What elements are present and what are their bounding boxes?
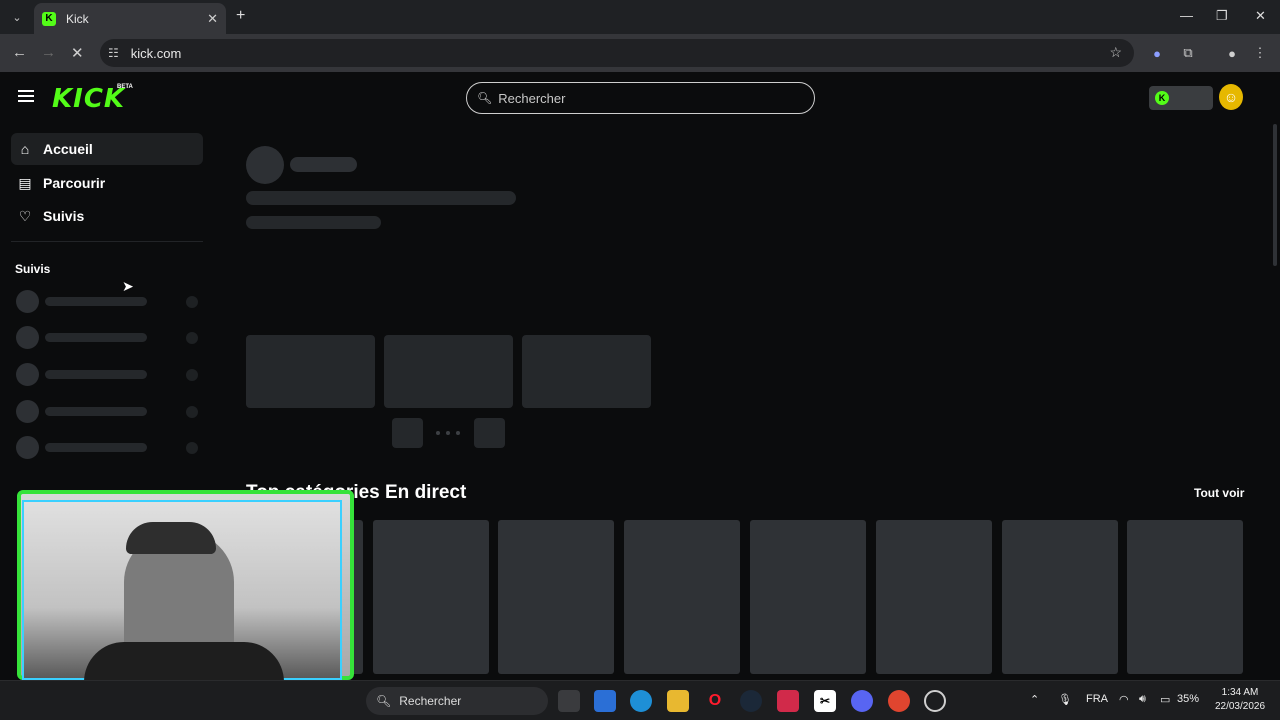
carousel-dot[interactable] [436,431,440,435]
kick-logo[interactable]: KICK [52,84,125,114]
tray-chevron-icon[interactable]: ⌃ [1030,693,1039,706]
task-view-icon[interactable] [558,690,580,712]
beta-badge: BETA [117,84,133,90]
window-close-button[interactable]: ✕ [1255,8,1266,24]
chrome-menu-icon[interactable]: ⋮ [1250,43,1270,63]
followed-channel-skeleton [16,290,201,314]
webcam-video [22,500,342,682]
carousel-dot[interactable] [456,431,460,435]
followed-section-title: Suivis [15,262,51,276]
browser-tab-strip: ⌄ K Kick ✕ + — ❐ ✕ [0,0,1280,34]
followed-channel-skeleton [16,363,201,387]
carousel-next-button[interactable] [474,418,505,448]
sidebar-item-label: Accueil [43,141,93,157]
sidebar-item-label: Suivis [43,208,85,224]
category-tile-skeleton[interactable] [624,520,740,674]
opera-icon[interactable]: O [704,690,726,712]
language-indicator[interactable]: FRA [1086,693,1108,705]
bookmark-star-icon[interactable]: ☆ [1109,44,1122,61]
battery-icon[interactable]: ▭ [1160,693,1170,706]
category-tile-skeleton[interactable] [1127,520,1243,674]
search-icon: 🔍︎ [477,91,493,105]
capcut-icon[interactable]: ✂ [814,690,836,712]
battery-percent: 35% [1177,693,1200,705]
address-bar[interactable]: ☷ kick.com ☆ [100,39,1134,67]
carousel-prev-button[interactable] [392,418,423,448]
sidebar-item-parcourir[interactable]: ▤ Parcourir [11,167,203,199]
carousel-dot[interactable] [446,431,450,435]
followed-channel-skeleton [16,326,201,350]
search-bar[interactable]: 🔍︎ [466,82,815,114]
browser-toolbar: ← → ✕ ☷ kick.com ☆ ● ⧉ ● ⋮ [0,34,1280,72]
featured-avatar-skeleton [246,146,284,184]
store-icon[interactable] [594,690,616,712]
new-tab-button[interactable]: + [236,7,245,25]
extensions-puzzle-icon[interactable]: ⧉ [1178,43,1198,63]
home-icon: ⌂ [20,141,30,157]
category-tile-skeleton[interactable] [750,520,866,674]
site-info-icon[interactable]: ☷ [108,46,119,60]
category-tile-skeleton[interactable] [1002,520,1118,674]
volume-icon[interactable]: 🔊︎ [1139,693,1146,706]
obs-icon[interactable] [924,690,946,712]
discord-icon[interactable] [851,690,873,712]
featured-title-skeleton [246,191,516,205]
search-input[interactable] [498,90,799,106]
forward-arrow-icon[interactable]: → [41,44,56,61]
chrome-icon[interactable] [888,690,910,712]
tab-search-button[interactable]: ⌄ [8,8,26,26]
mouse-cursor-icon: ➤ [122,278,134,294]
microphone-icon[interactable]: 🎙︎ [1058,693,1072,706]
url-text: kick.com [130,45,182,61]
category-tile-skeleton[interactable] [876,520,992,674]
windows-taskbar: 🔍︎ Rechercher O ✂ ⌃ 🎙︎ FRA ◠ 🔊︎ ▭ 35% 1:… [0,680,1280,720]
followed-channel-skeleton [16,400,201,424]
sidebar-item-suivis[interactable]: ♡ Suivis [11,200,203,232]
carousel-card-skeleton[interactable] [246,335,375,408]
taskbar-search-label: Rechercher [399,694,462,708]
browse-icon: ▤ [18,174,32,191]
heart-icon: ♡ [18,207,32,224]
wifi-icon[interactable]: ◠ [1119,693,1129,706]
streamer-shirt [84,642,284,682]
tab-title: Kick [66,11,89,26]
kick-page: KICK BETA 🔍︎ K ☺ ⌂ Accueil ▤ Parcourir ♡… [0,72,1280,682]
tab-close-icon[interactable]: ✕ [207,11,218,27]
featured-subtitle-skeleton [246,216,381,229]
app-icon[interactable] [777,690,799,712]
profile-icon[interactable]: ● [1222,43,1242,63]
menu-hamburger-icon[interactable] [18,90,34,102]
system-clock[interactable]: 1:34 AM 22/03/2026 [1205,686,1275,714]
discord-extension-icon[interactable]: ● [1147,43,1167,63]
steam-icon[interactable] [740,690,762,712]
taskbar-search[interactable]: 🔍︎ Rechercher [366,687,548,715]
minimize-button[interactable]: — [1180,8,1193,23]
carousel-card-skeleton[interactable] [522,335,651,408]
webcam-overlay [10,490,354,688]
edge-icon[interactable] [630,690,652,712]
carousel-card-skeleton[interactable] [384,335,513,408]
file-explorer-icon[interactable] [667,690,689,712]
see-all-link[interactable]: Tout voir [1194,486,1244,500]
followed-channel-skeleton [16,436,201,460]
search-icon: 🔍︎ [376,694,392,708]
kick-points-pill[interactable]: K [1149,86,1213,110]
streamer-cap [126,522,216,554]
featured-name-skeleton [290,157,357,172]
maximize-button[interactable]: ❐ [1216,8,1228,24]
user-avatar[interactable]: ☺ [1219,84,1243,110]
category-tile-skeleton[interactable] [498,520,614,674]
clock-date: 22/03/2026 [1214,701,1266,712]
stop-loading-icon[interactable]: ✕ [71,44,84,62]
kick-coin-icon: K [1155,91,1169,105]
back-arrow-icon[interactable]: ← [12,44,27,61]
kick-favicon-icon: K [42,11,56,26]
sidebar-item-label: Parcourir [43,175,106,191]
page-scrollbar[interactable] [1273,124,1277,266]
clock-time: 1:34 AM [1221,687,1259,698]
sidebar-item-accueil[interactable]: ⌂ Accueil [11,133,203,165]
browser-tab-kick[interactable]: K Kick ✕ [34,3,226,34]
category-tile-skeleton[interactable] [373,520,489,674]
sidebar-divider [11,241,203,242]
